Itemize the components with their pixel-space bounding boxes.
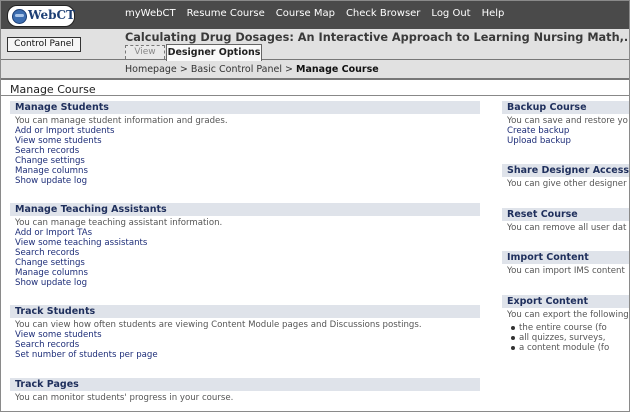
nav-mywebct[interactable]: myWebCT	[125, 8, 176, 19]
section-description: You can remove all user dat	[507, 223, 627, 233]
nav-resume-course[interactable]: Resume Course	[187, 8, 265, 19]
section-description: You can give other designer	[507, 179, 627, 189]
link-view-some-students[interactable]: View some students	[15, 136, 480, 146]
globe-icon	[12, 9, 27, 24]
section-description: You can save and restore yo	[507, 116, 628, 126]
link-search-records[interactable]: Search records	[15, 146, 480, 156]
section-description: You can export the following	[507, 310, 629, 320]
breadcrumb-separator: >	[285, 64, 293, 75]
section-description: You can view how often students are view…	[15, 320, 422, 330]
section-heading: Reset Course	[502, 208, 629, 221]
nav-links: myWebCT Resume Course Course Map Check B…	[125, 8, 504, 19]
top-nav-bar: WebCT myWebCT Resume Course Course Map C…	[1, 1, 629, 29]
webct-logo[interactable]: WebCT	[7, 5, 75, 27]
section-description: You can manage teaching assistant inform…	[15, 218, 223, 228]
nav-log-out[interactable]: Log Out	[431, 8, 470, 19]
browser-frame: WebCT myWebCT Resume Course Course Map C…	[0, 0, 630, 412]
nav-check-browser[interactable]: Check Browser	[346, 8, 420, 19]
link-change-settings[interactable]: Change settings	[15, 258, 480, 268]
link-add-import-students[interactable]: Add or Import students	[15, 126, 480, 136]
title-divider	[1, 95, 629, 96]
section-heading: Manage Teaching Assistants	[10, 203, 480, 216]
link-search-records[interactable]: Search records	[15, 340, 480, 350]
section-heading: Manage Students	[10, 101, 480, 114]
section-share-designer-access: Share Designer Access You can give other…	[502, 164, 629, 189]
section-manage-teaching-assistants: Manage Teaching Assistants You can manag…	[10, 203, 480, 288]
header-divider	[1, 78, 629, 80]
section-heading: Track Students	[10, 305, 480, 318]
section-description: You can manage student information and g…	[15, 116, 228, 126]
link-show-update-log[interactable]: Show update log	[15, 278, 480, 288]
section-heading: Import Content	[502, 251, 629, 264]
section-heading: Export Content	[502, 295, 629, 308]
section-manage-students: Manage Students You can manage student i…	[10, 101, 480, 186]
section-backup-course: Backup Course You can save and restore y…	[502, 101, 629, 146]
link-search-records[interactable]: Search records	[15, 248, 480, 258]
section-description: You can import IMS content	[507, 266, 625, 276]
list-item: the entire course (fo	[507, 323, 629, 333]
breadcrumb: Homepage > Basic Control Panel > Manage …	[125, 64, 379, 75]
link-view-some-students[interactable]: View some students	[15, 330, 480, 340]
link-manage-columns[interactable]: Manage columns	[15, 268, 480, 278]
breadcrumb-current: Manage Course	[296, 64, 379, 75]
link-change-settings[interactable]: Change settings	[15, 156, 480, 166]
link-set-students-per-page[interactable]: Set number of students per page	[15, 350, 480, 360]
list-item: a content module (fo	[507, 343, 629, 353]
link-create-backup[interactable]: Create backup	[507, 126, 629, 136]
section-heading: Track Pages	[10, 378, 480, 391]
nav-help[interactable]: Help	[482, 8, 505, 19]
section-import-content: Import Content You can import IMS conten…	[502, 251, 629, 276]
control-panel-button[interactable]: Control Panel	[7, 37, 81, 52]
logo-text: WebCT	[28, 8, 76, 22]
section-heading: Backup Course	[502, 101, 629, 114]
section-track-students: Track Students You can view how often st…	[10, 305, 480, 360]
breadcrumb-separator: >	[179, 64, 188, 75]
section-export-content: Export Content You can export the follow…	[502, 295, 629, 353]
section-track-pages: Track Pages You can monitor students' pr…	[10, 378, 480, 403]
section-heading: Share Designer Access	[502, 164, 629, 177]
link-upload-backup[interactable]: Upload backup	[507, 136, 629, 146]
section-reset-course: Reset Course You can remove all user dat	[502, 208, 629, 233]
tab-view[interactable]: View	[125, 45, 165, 59]
link-view-some-tas[interactable]: View some teaching assistants	[15, 238, 480, 248]
list-item: all quizzes, surveys,	[507, 333, 629, 343]
link-manage-columns[interactable]: Manage columns	[15, 166, 480, 176]
tab-baseline	[1, 59, 629, 60]
link-add-import-tas[interactable]: Add or Import TAs	[15, 228, 480, 238]
course-header: Control Panel Calculating Drug Dosages: …	[1, 29, 629, 79]
breadcrumb-basic-control-panel[interactable]: Basic Control Panel	[191, 64, 282, 75]
tab-designer-options[interactable]: Designer Options	[166, 44, 262, 61]
nav-course-map[interactable]: Course Map	[276, 8, 335, 19]
course-title: Calculating Drug Dosages: An Interactive…	[125, 31, 630, 44]
section-description: You can monitor students' progress in yo…	[15, 393, 234, 403]
export-options-list: the entire course (fo all quizzes, surve…	[507, 323, 629, 353]
link-show-update-log[interactable]: Show update log	[15, 176, 480, 186]
breadcrumb-homepage[interactable]: Homepage	[125, 64, 177, 75]
